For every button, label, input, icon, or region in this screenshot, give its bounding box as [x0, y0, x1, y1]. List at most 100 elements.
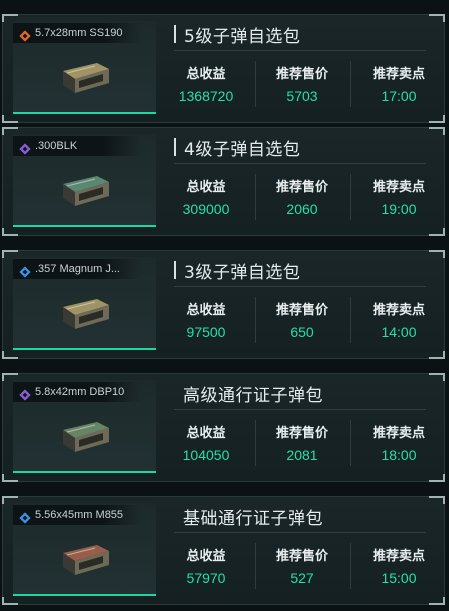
revenue-label: 总收益: [186, 426, 226, 441]
divider: [255, 543, 256, 589]
sell-time-value: 14:00: [381, 324, 417, 340]
price-value: 5703: [286, 88, 318, 104]
price-label: 推荐售价: [275, 180, 328, 195]
divider: [255, 420, 256, 466]
item-tag: .357 Magnum J...: [13, 259, 141, 279]
ammo-pack-card[interactable]: .357 Magnum J... 3级子弹自选包 总收益 97500 推荐售价 …: [2, 250, 445, 359]
title-bar: [174, 25, 176, 43]
item-slot[interactable]: 5.7x28mm SS190: [13, 21, 156, 114]
revenue-stat: 总收益 309000: [169, 176, 243, 217]
divider: [350, 543, 351, 589]
price-label: 推荐售价: [275, 303, 328, 318]
purple-diamond-icon: [19, 140, 31, 155]
price-value: 2081: [286, 447, 318, 463]
price-stat: 推荐售价 2060: [262, 176, 342, 217]
divider: [174, 532, 426, 533]
item-slot-underline: [13, 112, 156, 114]
sell-time-value: 19:00: [381, 201, 417, 217]
ammo-box-icon: [63, 545, 109, 575]
pack-title-text: 基础通行证子弹包: [183, 508, 323, 529]
divider: [350, 61, 351, 107]
item-slot-underline: [13, 594, 156, 596]
item-slot[interactable]: .300BLK: [13, 134, 156, 227]
pack-title-text: 4级子弹自选包: [184, 139, 301, 160]
sell-time-label: 推荐卖点: [372, 426, 425, 441]
item-tag: 5.8x42mm DBP10: [13, 382, 141, 402]
revenue-value: 1368720: [178, 88, 234, 104]
divider: [174, 50, 426, 51]
sell-time-stat: 推荐卖点 18:00: [359, 422, 439, 463]
revenue-stat: 总收益 1368720: [169, 63, 243, 104]
revenue-value: 104050: [182, 447, 230, 463]
purple-diamond-icon: [19, 386, 31, 401]
divider: [174, 163, 426, 164]
revenue-stat: 总收益 57970: [169, 545, 243, 586]
sell-time-value: 17:00: [381, 88, 417, 104]
title-bar: [174, 261, 176, 279]
divider: [350, 297, 351, 343]
divider: [350, 174, 351, 220]
divider: [350, 420, 351, 466]
ammo-box-icon: [63, 299, 109, 329]
pack-title: 4级子弹自选包: [174, 134, 300, 160]
revenue-stat: 总收益 97500: [169, 299, 243, 340]
sell-time-label: 推荐卖点: [372, 180, 425, 195]
item-tag: 5.56x45mm M855: [13, 505, 141, 525]
blue-diamond-icon: [19, 263, 31, 278]
pack-title: 基础通行证子弹包: [183, 503, 323, 529]
pack-title: 5级子弹自选包: [174, 21, 300, 47]
sell-time-label: 推荐卖点: [372, 303, 425, 318]
sell-time-stat: 推荐卖点 19:00: [359, 176, 439, 217]
price-value: 2060: [286, 201, 318, 217]
item-tag: 5.7x28mm SS190: [13, 23, 141, 43]
item-slot[interactable]: 5.8x42mm DBP10: [13, 380, 156, 473]
divider: [255, 297, 256, 343]
price-label: 推荐售价: [275, 549, 328, 564]
item-slot-underline: [13, 225, 156, 227]
price-stat: 推荐售价 5703: [262, 63, 342, 104]
sell-time-label: 推荐卖点: [372, 549, 425, 564]
item-name: .300BLK: [35, 140, 78, 152]
divider: [255, 174, 256, 220]
ammo-pack-card[interactable]: .300BLK 4级子弹自选包 总收益 309000 推荐售价 2060 推荐卖…: [2, 127, 445, 236]
revenue-label: 总收益: [186, 67, 226, 82]
pack-title-text: 3级子弹自选包: [184, 262, 301, 283]
divider: [174, 286, 426, 287]
orange-diamond-icon: [19, 27, 31, 42]
sell-time-stat: 推荐卖点 15:00: [359, 545, 439, 586]
blue-diamond-icon: [19, 509, 31, 524]
item-slot-underline: [13, 471, 156, 473]
revenue-label: 总收益: [186, 549, 226, 564]
ammo-pack-card[interactable]: 5.7x28mm SS190 5级子弹自选包 总收益 1368720 推荐售价 …: [2, 14, 445, 123]
divider: [255, 61, 256, 107]
item-name: 5.7x28mm SS190: [35, 27, 123, 39]
sell-time-value: 18:00: [381, 447, 417, 463]
item-name: 5.8x42mm DBP10: [35, 386, 125, 398]
revenue-stat: 总收益 104050: [169, 422, 243, 463]
ammo-pack-card[interactable]: 5.8x42mm DBP10 高级通行证子弹包 总收益 104050 推荐售价 …: [2, 373, 445, 482]
price-value: 527: [290, 570, 314, 586]
item-slot[interactable]: 5.56x45mm M855: [13, 503, 156, 596]
sell-time-label: 推荐卖点: [372, 67, 425, 82]
price-value: 650: [290, 324, 314, 340]
item-name: .357 Magnum J...: [35, 263, 120, 275]
title-bar: [174, 138, 176, 156]
ammo-box-icon: [63, 176, 109, 206]
revenue-value: 57970: [186, 570, 226, 586]
ammo-box-icon: [63, 63, 109, 93]
revenue-value: 97500: [186, 324, 226, 340]
pack-title: 3级子弹自选包: [174, 257, 300, 283]
revenue-label: 总收益: [186, 180, 226, 195]
item-slot[interactable]: .357 Magnum J...: [13, 257, 156, 350]
ammo-box-icon: [63, 422, 109, 452]
ammo-pack-card[interactable]: 5.56x45mm M855 基础通行证子弹包 总收益 57970 推荐售价 5…: [2, 496, 445, 605]
pack-title-text: 5级子弹自选包: [184, 26, 301, 47]
price-stat: 推荐售价 2081: [262, 422, 342, 463]
revenue-label: 总收益: [186, 303, 226, 318]
item-name: 5.56x45mm M855: [35, 509, 124, 521]
revenue-value: 309000: [182, 201, 230, 217]
price-label: 推荐售价: [275, 67, 328, 82]
pack-title: 高级通行证子弹包: [183, 380, 323, 406]
price-stat: 推荐售价 650: [262, 299, 342, 340]
pack-title-text: 高级通行证子弹包: [183, 385, 323, 406]
